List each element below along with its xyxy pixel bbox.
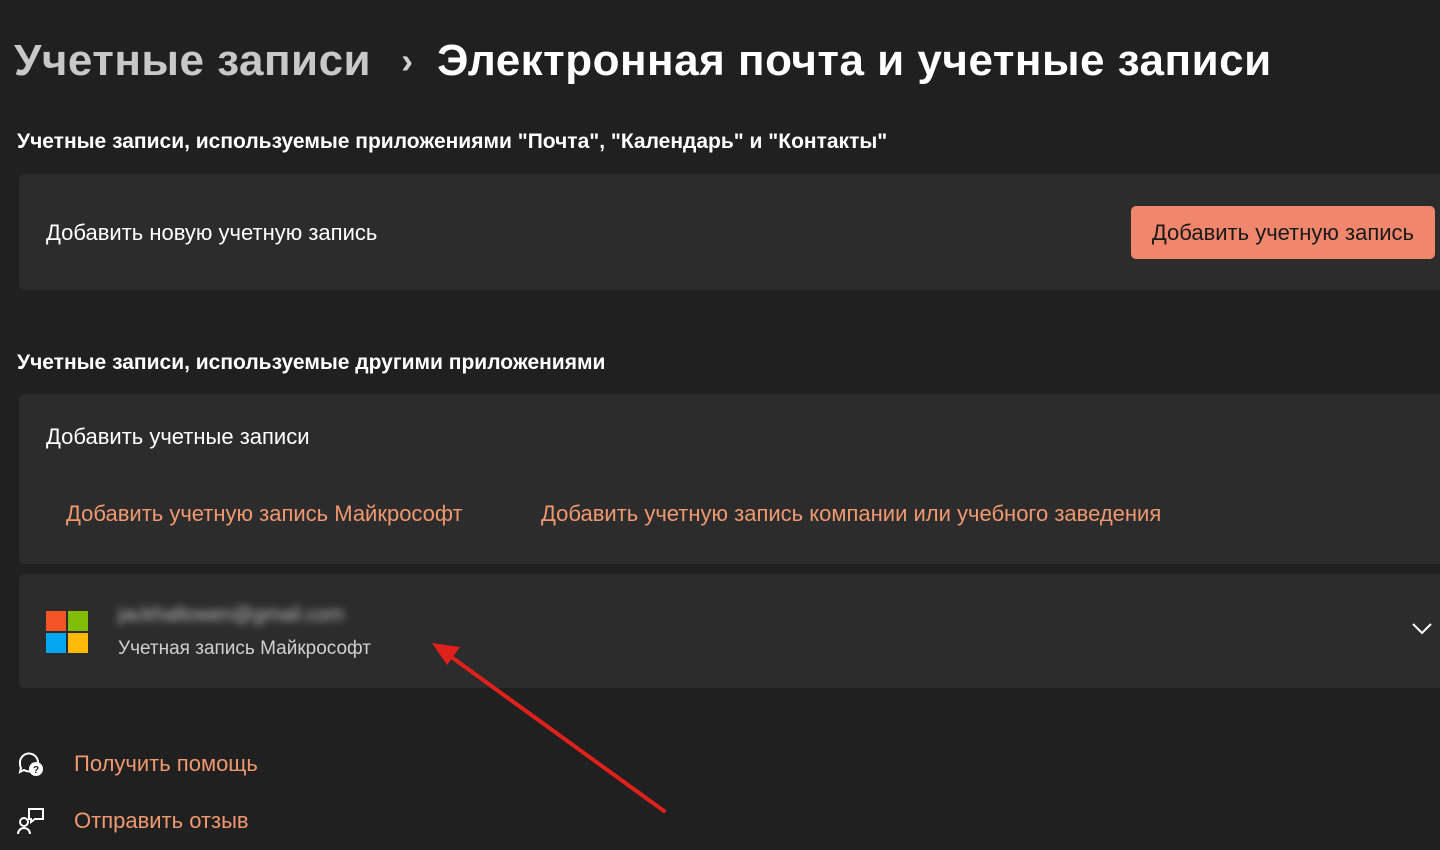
breadcrumb-separator-icon: › — [401, 40, 414, 81]
breadcrumb-parent[interactable]: Учетные записи — [14, 36, 371, 86]
help-chat-icon: ? — [18, 752, 43, 776]
section-title-other-apps: Учетные записи, используемые другими при… — [17, 351, 606, 374]
section-title-mail-apps: Учетные записи, используемые приложениям… — [17, 130, 888, 153]
microsoft-logo-red-square — [46, 611, 66, 631]
account-email-blurred: jackhallowen@gmail.com — [118, 604, 344, 626]
microsoft-logo-icon — [46, 611, 88, 653]
add-work-school-account-link[interactable]: Добавить учетную запись компании или уче… — [541, 501, 1161, 527]
add-account-button[interactable]: Добавить учетную запись — [1130, 206, 1435, 259]
account-type-label: Учетная запись Майкрософт — [118, 638, 371, 659]
breadcrumb: Учетные записи › Электронная почта и уче… — [14, 36, 1272, 86]
microsoft-account-row[interactable]: jackhallowen@gmail.com Учетная запись Ма… — [19, 574, 1440, 688]
get-help-row[interactable]: ? Получить помощь — [16, 749, 258, 779]
add-new-account-label: Добавить новую учетную запись — [46, 220, 378, 245]
add-accounts-label: Добавить учетные записи — [46, 424, 310, 449]
page-title: Электронная почта и учетные записи — [437, 36, 1272, 85]
settings-page: Учетные записи › Электронная почта и уче… — [0, 0, 1440, 850]
feedback-icon — [17, 808, 44, 835]
send-feedback-link[interactable]: Отправить отзыв — [74, 808, 249, 834]
send-feedback-row[interactable]: Отправить отзыв — [16, 806, 249, 836]
get-help-link[interactable]: Получить помощь — [74, 751, 258, 777]
chevron-down-icon[interactable] — [1410, 616, 1434, 640]
microsoft-logo-yellow-square — [68, 633, 88, 653]
add-microsoft-account-link[interactable]: Добавить учетную запись Майкрософт — [66, 501, 463, 527]
add-accounts-card: Добавить учетные записи Добавить учетную… — [19, 394, 1440, 564]
microsoft-logo-green-square — [68, 611, 88, 631]
svg-text:?: ? — [33, 765, 39, 776]
add-new-account-card: Добавить новую учетную запись Добавить у… — [19, 174, 1440, 290]
microsoft-logo-blue-square — [46, 633, 66, 653]
